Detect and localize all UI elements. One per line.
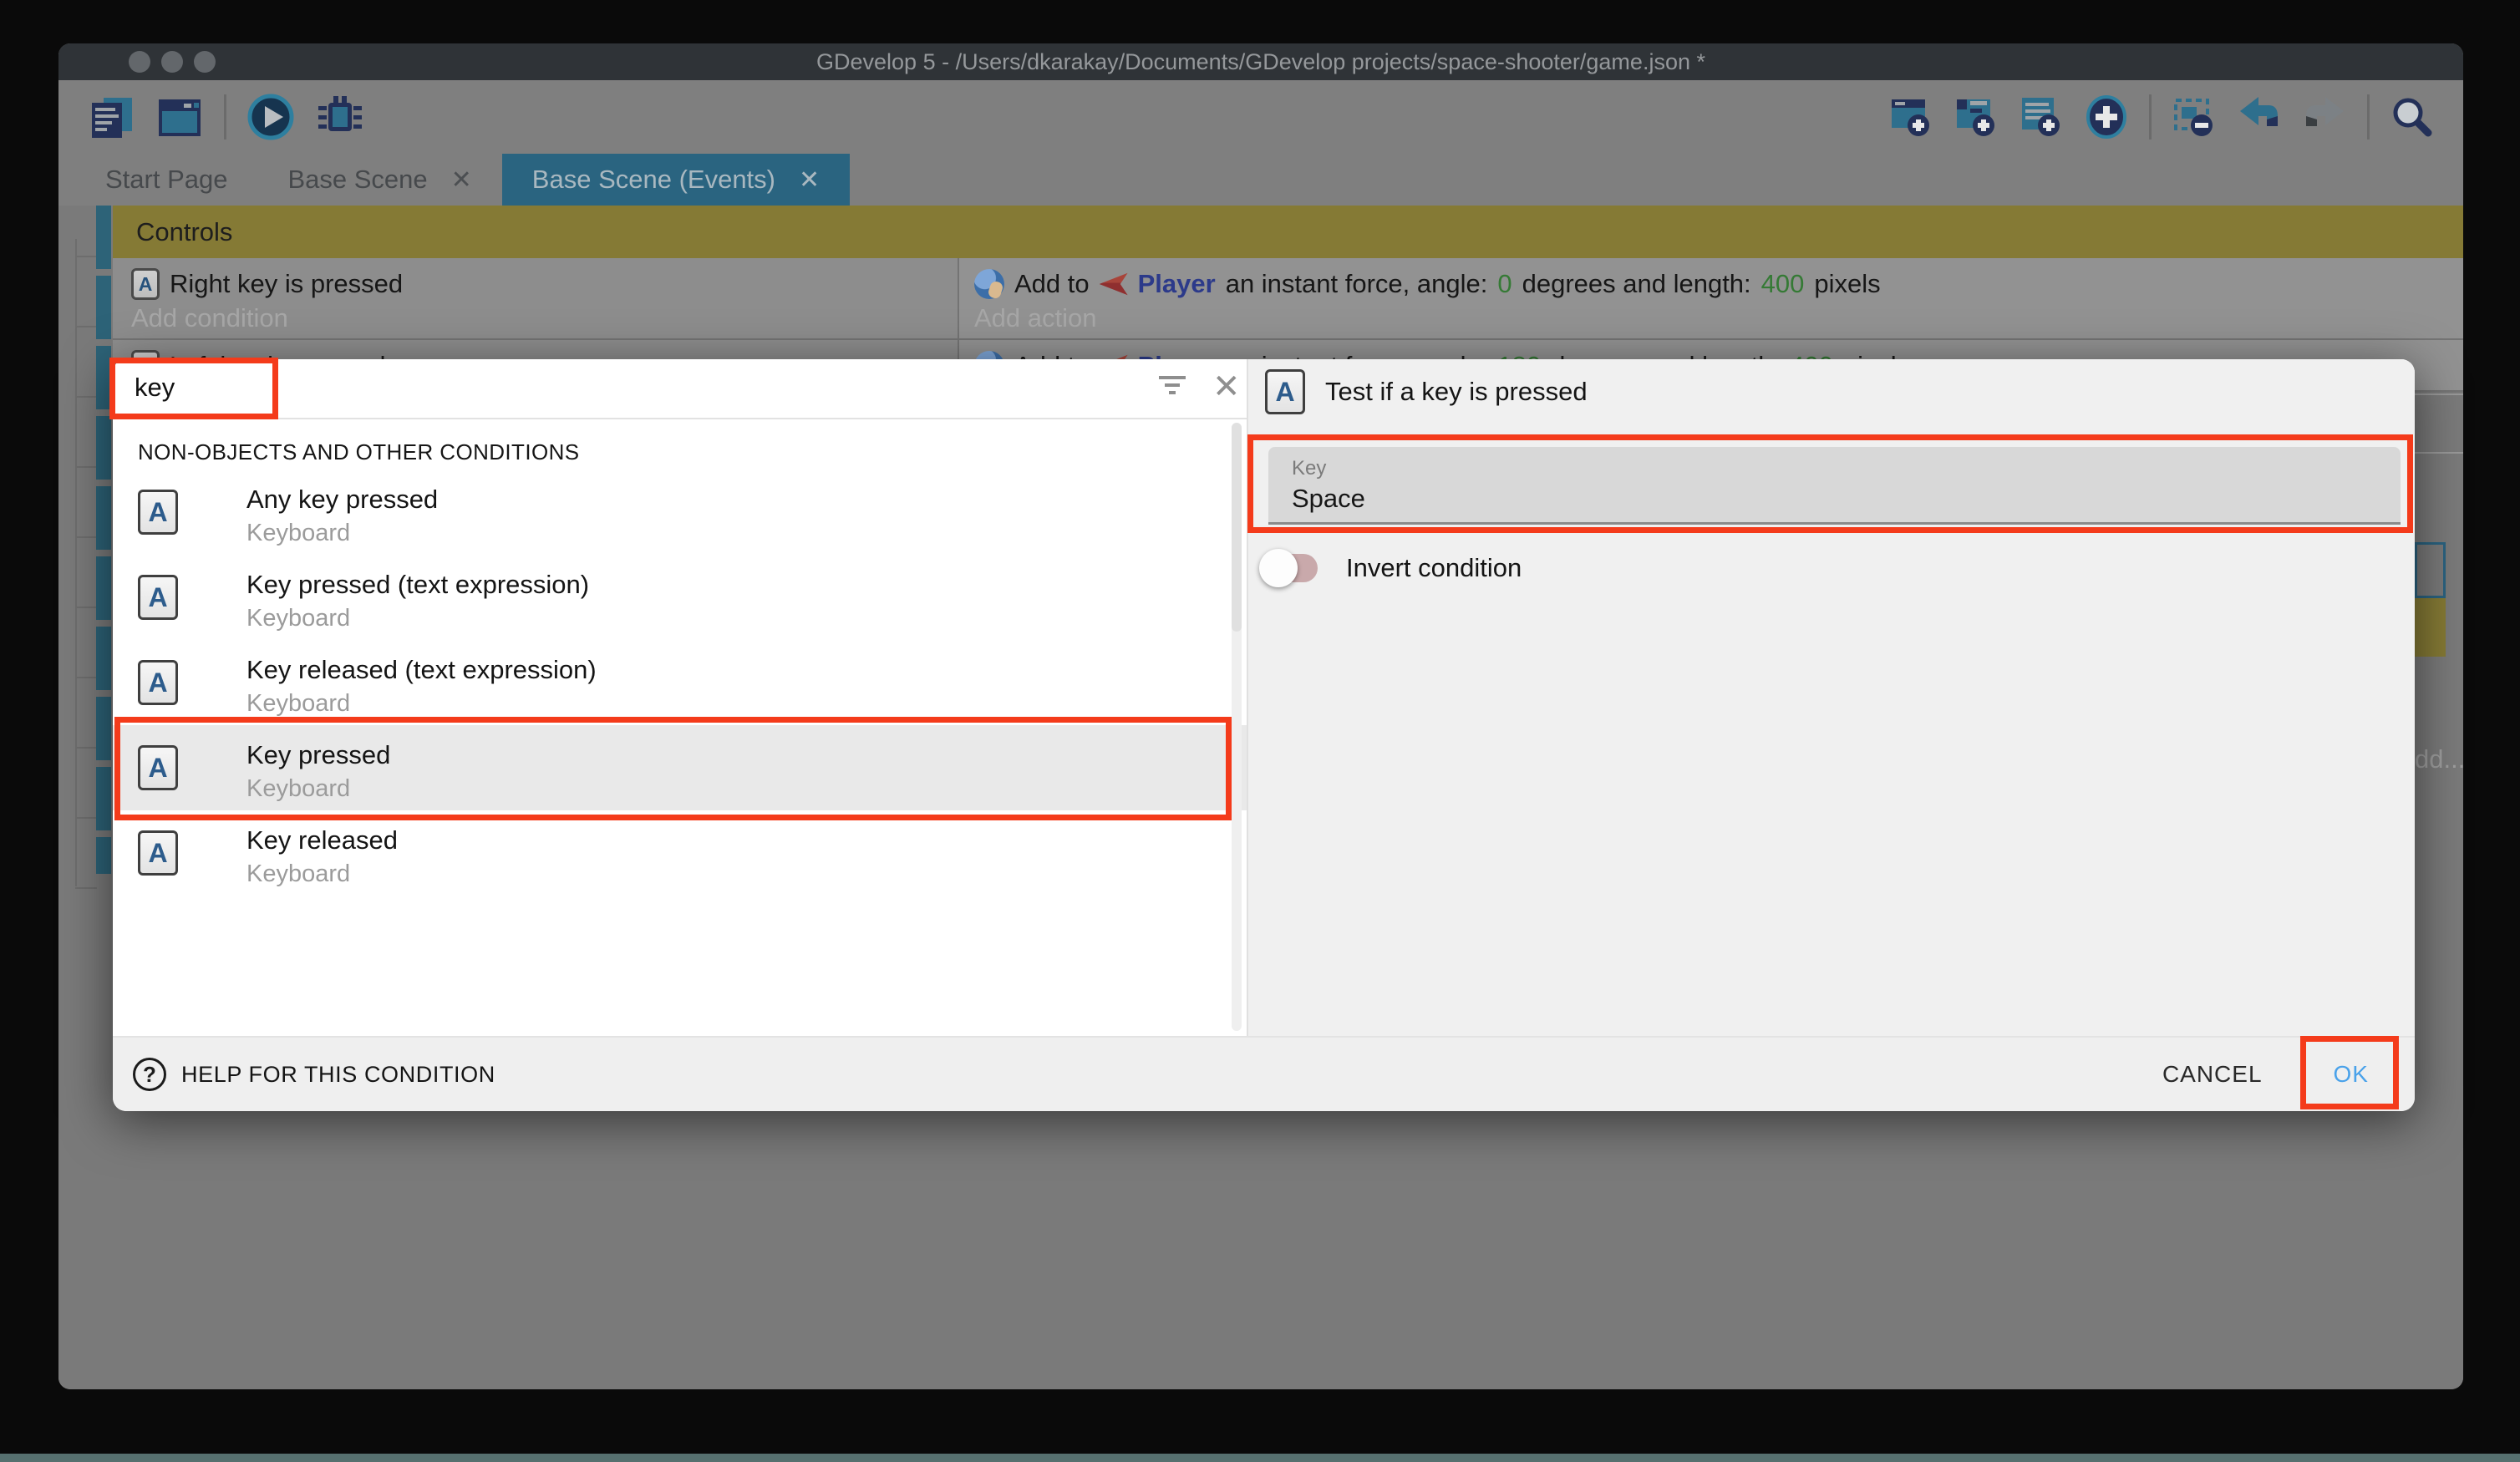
action-text: degrees and length: xyxy=(1522,269,1751,299)
filter-icon[interactable] xyxy=(1159,376,1186,394)
title-bar: GDevelop 5 - /Users/dkarakay/Documents/G… xyxy=(58,43,2463,80)
condition-text: Right key is pressed xyxy=(170,269,403,299)
tab-label: Base Scene (Events) xyxy=(532,165,775,195)
main-toolbar xyxy=(58,80,2463,154)
close-icon[interactable]: ✕ xyxy=(1212,368,1241,406)
event-selection-bars xyxy=(96,206,111,874)
keyboard-key-icon: A xyxy=(138,660,178,705)
project-manager-icon[interactable] xyxy=(87,93,135,141)
action-text: an instant force, angle: xyxy=(1226,269,1488,299)
play-preview-icon[interactable] xyxy=(246,93,295,141)
list-item[interactable]: A Key pressed (text expression) Keyboard xyxy=(113,555,1247,640)
tab-close-icon[interactable]: ✕ xyxy=(451,165,472,195)
length-value: 400 xyxy=(1761,269,1805,299)
list-section-header: NON-OBJECTS AND OTHER CONDITIONS xyxy=(138,439,1247,470)
force-action-icon xyxy=(974,269,1004,299)
undo-icon[interactable] xyxy=(2237,94,2282,140)
object-name: Player xyxy=(1138,269,1216,299)
tab-close-icon[interactable]: ✕ xyxy=(799,165,820,195)
condition-group: Keyboard xyxy=(246,520,350,547)
keyboard-key-icon: A xyxy=(138,490,178,535)
toggle-thumb[interactable] xyxy=(1259,549,1298,587)
desktop-background: GDevelop 5 - /Users/dkarakay/Documents/G… xyxy=(0,0,2520,1462)
tab-base-scene-events[interactable]: Base Scene (Events) ✕ xyxy=(502,154,850,206)
invert-condition-label: Invert condition xyxy=(1346,553,1522,583)
add-condition-link[interactable]: Add condition xyxy=(131,303,958,333)
condition-list-panel: key ✕ NON-OBJECTS AND OTHER CONDITIONS A… xyxy=(113,359,1247,1036)
annotation-search-box xyxy=(109,358,278,419)
annotation-key-pressed-item-box xyxy=(114,717,1232,820)
delete-event-icon[interactable] xyxy=(2172,94,2217,140)
condition-title: Any key pressed xyxy=(246,485,438,515)
editor-tabs: Start Page Base Scene ✕ Base Scene (Even… xyxy=(58,154,2463,206)
search-icon[interactable] xyxy=(2390,94,2435,140)
redo-icon[interactable] xyxy=(2302,94,2347,140)
condition-title: Key released xyxy=(246,825,398,855)
row-separator-fragment xyxy=(2413,393,2463,395)
condition-title: Key released (text expression) xyxy=(246,655,597,685)
close-window-button[interactable] xyxy=(129,51,150,73)
keyboard-key-icon: A xyxy=(1265,369,1305,414)
annotation-ok-button-box xyxy=(2300,1036,2399,1109)
keyboard-key-icon: A xyxy=(131,268,160,300)
tab-label: Start Page xyxy=(105,165,227,195)
condition-group: Keyboard xyxy=(246,860,350,888)
selected-event-outline-fragment xyxy=(2415,542,2446,598)
cancel-button[interactable]: CANCEL xyxy=(2162,1061,2263,1088)
debugger-bug-icon[interactable] xyxy=(315,93,363,141)
toolbar-separator xyxy=(2149,94,2152,140)
list-item[interactable]: A Key released Keyboard xyxy=(113,810,1247,896)
tab-start-page[interactable]: Start Page xyxy=(75,154,257,206)
row-separator-fragment xyxy=(2413,452,2463,454)
event-group-row[interactable]: Controls xyxy=(113,206,2463,258)
event-tree-ticks xyxy=(75,256,97,891)
dialog-footer: ? HELP FOR THIS CONDITION CANCEL OK xyxy=(113,1036,2415,1111)
help-link[interactable]: ? HELP FOR THIS CONDITION xyxy=(133,1058,495,1091)
desktop-edge xyxy=(0,1454,2520,1462)
add-event-icon[interactable] xyxy=(1888,94,1933,140)
keyboard-key-icon: A xyxy=(138,575,178,620)
condition-title: Key pressed (text expression) xyxy=(246,570,589,600)
zoom-window-button[interactable] xyxy=(194,51,216,73)
action-text: Add to xyxy=(1014,269,1090,299)
add-action-link[interactable]: Add action xyxy=(974,303,2463,333)
toolbar-separator xyxy=(224,94,226,140)
keyboard-key-icon: A xyxy=(138,830,178,876)
player-object-icon xyxy=(1100,272,1128,297)
event-row: A Right key is pressed Add condition Add… xyxy=(113,258,2463,340)
action-text: pixels xyxy=(1814,269,1880,299)
condition-group: Keyboard xyxy=(246,605,350,632)
list-item[interactable]: A Any key pressed Keyboard xyxy=(113,470,1247,555)
minimize-window-button[interactable] xyxy=(161,51,183,73)
add-new-icon[interactable] xyxy=(2084,94,2129,140)
tab-base-scene[interactable]: Base Scene ✕ xyxy=(257,154,501,206)
scene-editor-icon[interactable] xyxy=(155,93,204,141)
annotation-key-field-box xyxy=(1247,434,2413,533)
condition-description: Test if a key is pressed xyxy=(1325,377,1588,407)
conditions-cell[interactable]: A Right key is pressed Add condition xyxy=(113,258,959,338)
angle-value: 0 xyxy=(1497,269,1511,299)
toolbar-separator xyxy=(2367,94,2370,140)
invert-condition-toggle[interactable] xyxy=(1264,554,1318,582)
tab-label: Base Scene xyxy=(287,165,427,195)
window-title: GDevelop 5 - /Users/dkarakay/Documents/G… xyxy=(816,49,1705,75)
add-subevent-icon[interactable] xyxy=(1954,94,1999,140)
add-comment-icon[interactable] xyxy=(2019,94,2064,140)
clipped-placeholder-text: dd... xyxy=(2415,744,2463,774)
search-bar: key ✕ xyxy=(113,359,1247,419)
help-label: HELP FOR THIS CONDITION xyxy=(181,1062,495,1088)
scrollbar-thumb[interactable] xyxy=(1232,423,1242,632)
list-item[interactable]: A Key released (text expression) Keyboar… xyxy=(113,640,1247,725)
event-group-fragment xyxy=(2415,598,2446,657)
help-icon: ? xyxy=(133,1058,166,1091)
actions-cell[interactable]: Add to Player an instant force, angle: 0… xyxy=(959,258,2463,338)
condition-group: Keyboard xyxy=(246,690,350,718)
